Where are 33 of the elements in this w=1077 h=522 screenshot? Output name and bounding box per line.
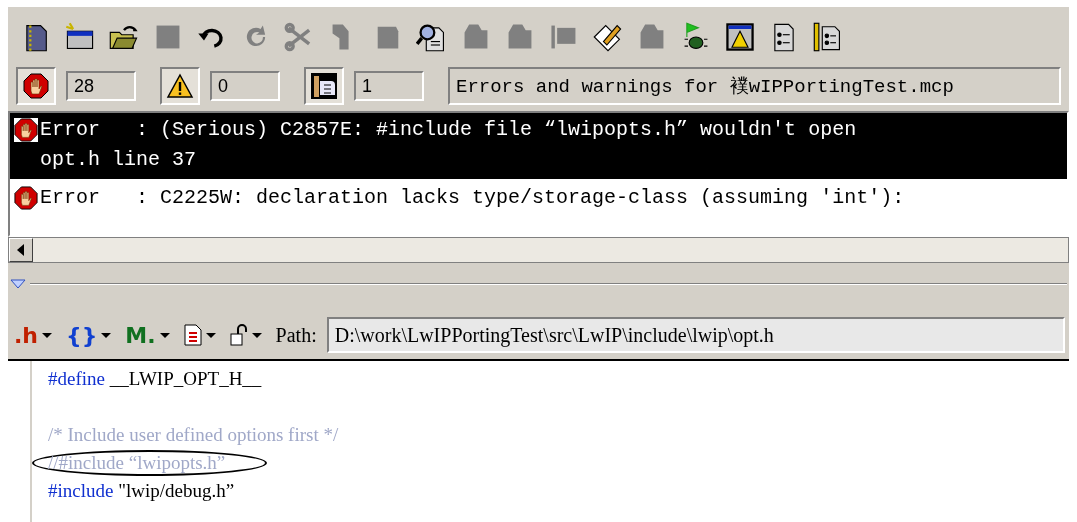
popup-button[interactable]: .h xyxy=(14,322,57,348)
popup-button[interactable]: M. xyxy=(125,322,174,348)
warning-window-icon[interactable] xyxy=(724,21,756,53)
count-field: 1 xyxy=(354,71,424,101)
filter-toggle[interactable] xyxy=(16,67,56,105)
path-label: Path: xyxy=(275,323,317,347)
count-field: 28 xyxy=(66,71,136,101)
list-document-icon xyxy=(183,324,202,346)
triangle-icon[interactable] xyxy=(10,279,26,289)
stop-hand-icon xyxy=(23,73,49,99)
message-row[interactable]: Error : C2225W: declaration lacks type/storage-class (assuming 'int'): xyxy=(10,181,1067,217)
message-text: Error : (Serious) C2857E: #include file “lwipopts.h” wouldn't open xyxy=(40,117,857,143)
padlock-icon xyxy=(229,324,248,346)
warning-icon xyxy=(166,73,194,99)
status-text: Errors and warnings for 襆wIPPortingTest.mcp xyxy=(448,67,1061,105)
scroll-left-button[interactable] xyxy=(9,238,33,262)
code-comment: /* Include user defined options first */ xyxy=(48,424,339,445)
message-text: Error : C2225W: declaration lacks type/storage-class (assuming 'int'): xyxy=(40,185,905,211)
filter-toggle[interactable] xyxy=(160,67,200,105)
left-arrow-icon xyxy=(17,244,25,256)
horizontal-scrollbar[interactable] xyxy=(8,237,1069,263)
circled-comment: //#include “lwipopts.h” xyxy=(32,450,268,476)
message-row[interactable]: Error : (Serious) C2857E: #include file “lwipopts.h” wouldn't open opt.h line 37 xyxy=(10,113,1067,179)
note-icon xyxy=(311,73,337,99)
filter-toggle[interactable] xyxy=(304,67,344,105)
code-line: #include "lwip/debug.h” xyxy=(48,479,236,503)
stop-hand-icon xyxy=(14,186,38,210)
popup-button[interactable]: {} xyxy=(66,322,116,348)
code-line: #define __LWIP_OPT_H__ xyxy=(48,367,263,391)
message-text: opt.h line 37 xyxy=(40,147,198,173)
stop-hand-icon xyxy=(14,118,38,142)
path-field: D:\work\LwIPPortingTest\src\LwIP\include\lwip\opt.h xyxy=(326,317,1065,353)
count-field: 0 xyxy=(210,71,280,101)
